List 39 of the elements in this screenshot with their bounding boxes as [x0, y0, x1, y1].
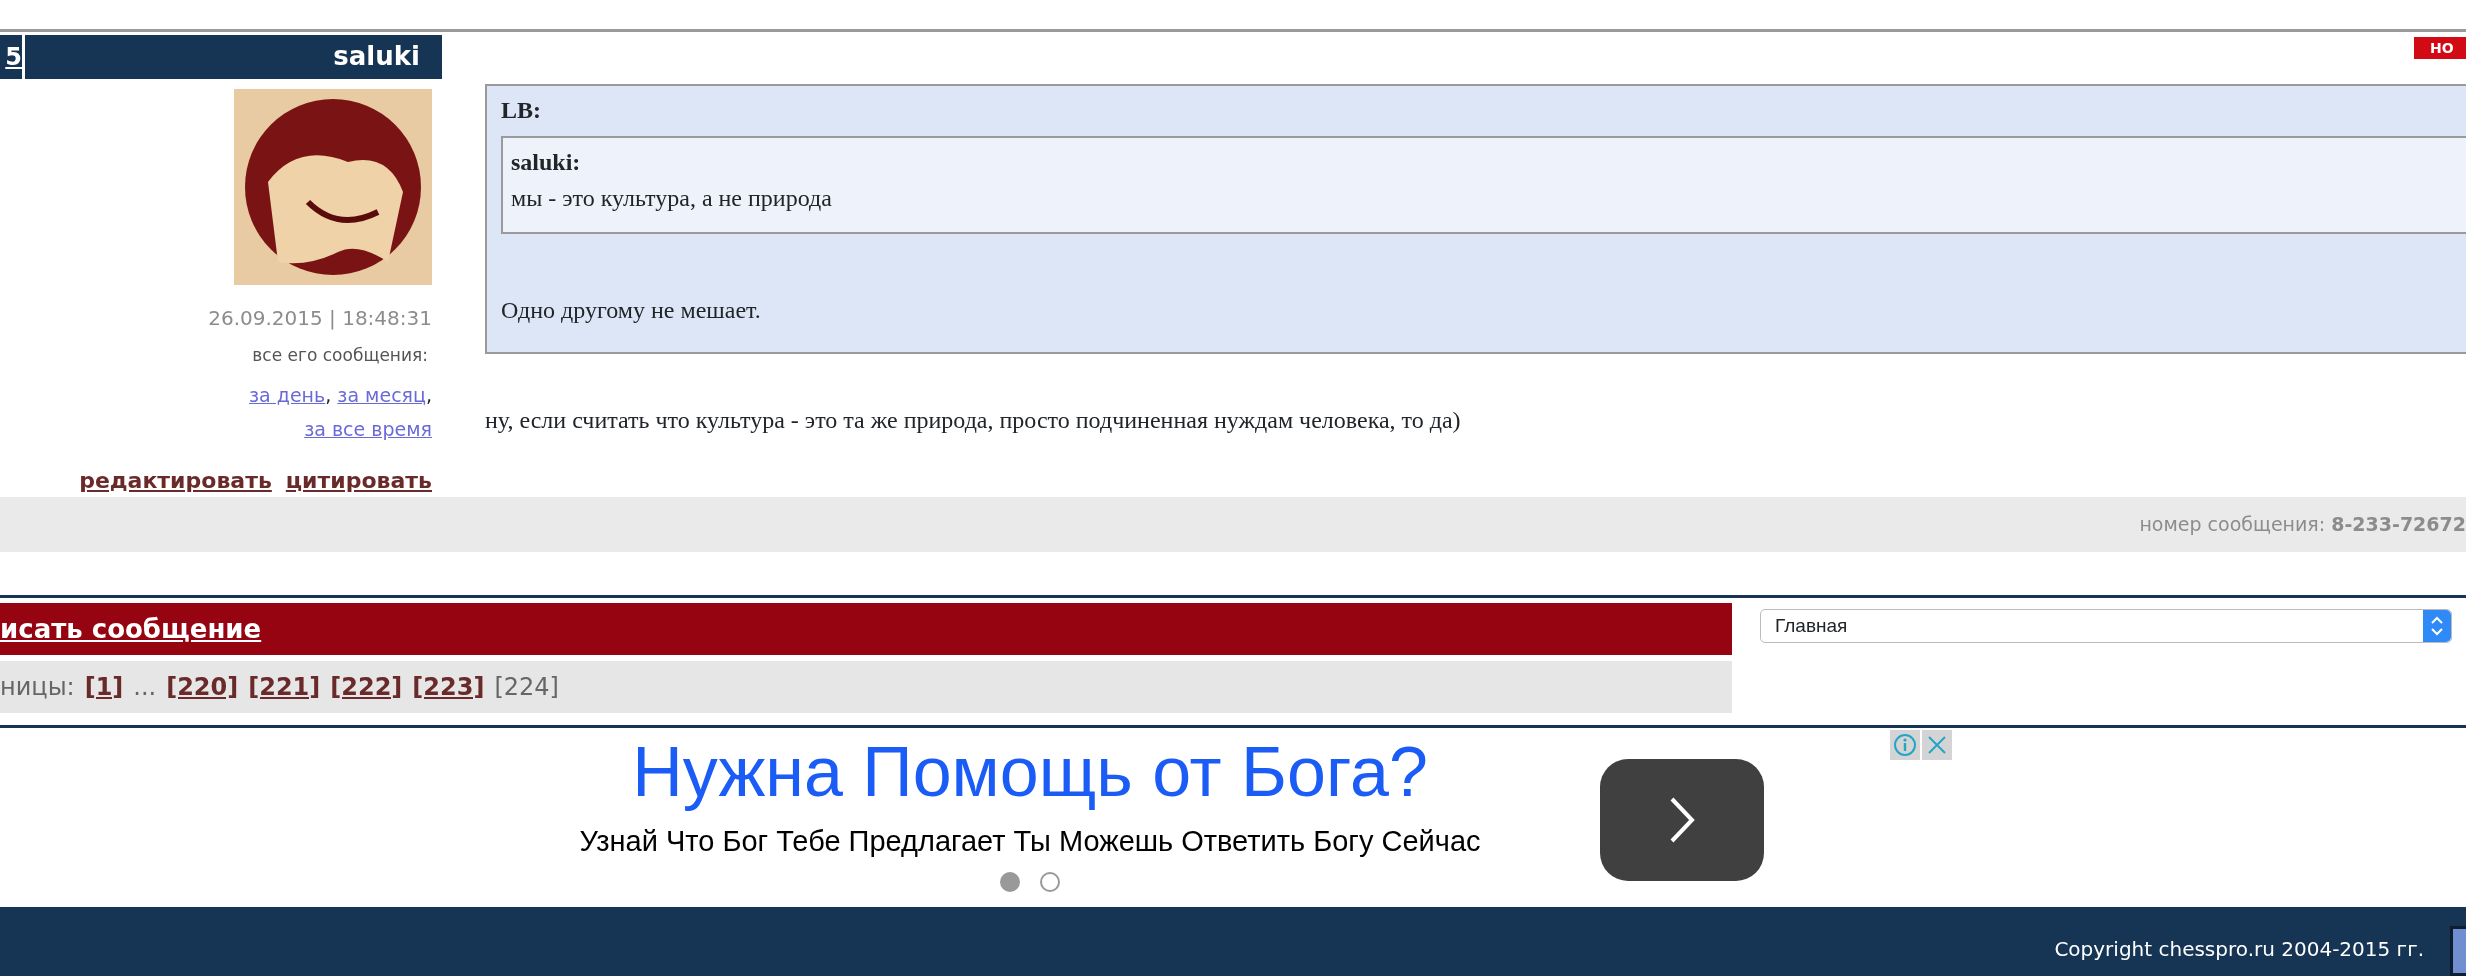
- quote-author: LB:: [501, 96, 542, 125]
- navigation-select[interactable]: Главная: [1760, 609, 2452, 643]
- link-separator: ,: [325, 384, 332, 406]
- select-arrows-icon: [2430, 615, 2444, 637]
- copyright-text: Copyright chesspro.ru 2004-2015 гг.: [2054, 936, 2424, 963]
- current-page: [224]: [494, 672, 559, 703]
- message-number: номер сообщения: 8-233-72672: [2139, 512, 2466, 538]
- ad-text: Узнай Что Бог Тебе Предлагает Ты Можешь Ответить Богу Сейчас: [579, 824, 1481, 859]
- period-link[interactable]: за все время: [304, 418, 432, 440]
- page-link[interactable]: [223]: [412, 661, 485, 713]
- pagination-ellipsis: ...: [133, 672, 157, 703]
- quote-text: мы - это культура, а не природа: [511, 184, 833, 213]
- page-link[interactable]: [221]: [248, 661, 321, 713]
- page-link[interactable]: [220]: [166, 661, 239, 713]
- link-separator: ,: [425, 384, 432, 406]
- quote-link[interactable]: цитировать: [285, 464, 432, 497]
- edit-link[interactable]: редактировать: [79, 464, 272, 497]
- period-link[interactable]: за день: [249, 384, 326, 406]
- new-badge: НО: [2414, 37, 2466, 59]
- page-link[interactable]: [222]: [330, 661, 403, 713]
- close-icon[interactable]: [1922, 730, 1952, 760]
- author-name: saluki: [332, 40, 421, 73]
- side-widget[interactable]: [2450, 926, 2466, 976]
- all-messages-label: все его сообщения:: [252, 343, 428, 367]
- quote-text: Одно другому не мешает.: [501, 296, 762, 325]
- write-message-link[interactable]: исать сообщение: [0, 614, 262, 644]
- ad-next-button[interactable]: [1600, 759, 1764, 881]
- post-link[interactable]: 5: [0, 35, 25, 79]
- post-timestamp: 26.09.2015 | 18:48:31: [208, 304, 432, 332]
- message-text: ну, если считать что культура - это та же природа, просто подчиненная нуждам человека, то да): [485, 406, 1462, 435]
- ad-info-icon[interactable]: [1890, 730, 1920, 760]
- period-link[interactable]: за месяц: [337, 384, 426, 406]
- page-link[interactable]: [1]: [84, 661, 124, 713]
- pagination-label: ницы:: [0, 672, 75, 703]
- carousel-dot[interactable]: [1000, 871, 1020, 892]
- quote-author: saluki:: [511, 148, 582, 177]
- chevron-icon: [1668, 795, 1696, 845]
- carousel-dot[interactable]: [1040, 871, 1060, 892]
- ad-headline[interactable]: Нужна Помощь от Бога?: [632, 732, 1428, 812]
